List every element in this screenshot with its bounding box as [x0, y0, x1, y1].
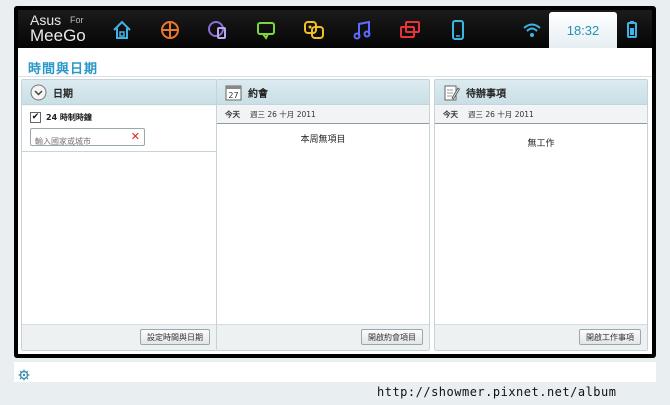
todo-panel-body: 今天 週三 26 十月 2011 無工作 — [435, 106, 647, 324]
todo-panel: 待辦事項 今天 週三 26 十月 2011 無工作 開啟工作事項 — [434, 79, 648, 351]
date-panel-body: ✔ 24 時制時鐘 ✕ — [22, 106, 216, 324]
city-search-field[interactable]: ✕ — [30, 128, 145, 150]
appointments-date-row: 今天 週三 26 十月 2011 — [217, 106, 429, 124]
asus-meego-logo: Asus For MeeGo — [30, 12, 100, 46]
todo-empty-text: 無工作 — [527, 139, 555, 149]
title-divider — [18, 76, 652, 77]
todo-date: 週三 26 十月 2011 — [468, 110, 534, 119]
top-toolbar: Asus For MeeGo 18:32 — [18, 10, 652, 48]
clock[interactable]: 18:32 — [549, 12, 617, 48]
date-panel-footer: 設定時間與日期 — [22, 324, 216, 350]
appointments-panel-body: 今天 週三 26 十月 2011 本周無項目 — [217, 106, 429, 324]
todo-panel-title: 待辦事項 — [466, 88, 506, 100]
device-icon[interactable] — [446, 18, 470, 42]
appointments-panel-footer: 開啟約會項目 — [217, 324, 429, 350]
date-panel-divider — [22, 151, 216, 152]
appointments-panel: 27 約會 今天 週三 26 十月 2011 本周無項目 開啟約會項目 — [216, 79, 430, 351]
notepad-pencil-icon — [443, 84, 460, 101]
battery-icon[interactable] — [620, 18, 644, 42]
date-panel-title: 日期 — [53, 88, 73, 100]
content-panel: 時間與日期 日期 ✔ 24 時制時鐘 ✕ 設定時間與日期 — [18, 48, 652, 354]
watermark-url: http://showmer.pixnet.net/album — [377, 385, 617, 399]
todo-panel-footer: 開啟工作事項 — [435, 324, 647, 350]
chevron-down-icon[interactable] — [30, 84, 47, 101]
page-title: 時間與日期 — [28, 62, 99, 77]
open-appointments-button[interactable]: 開啟約會項目 — [361, 329, 423, 345]
brand-for: For — [70, 15, 84, 25]
apps-grid-icon[interactable] — [158, 18, 182, 42]
appointments-date: 週三 26 十月 2011 — [250, 110, 316, 119]
brand-meego: MeeGo — [30, 26, 86, 45]
windows-icon[interactable] — [398, 18, 422, 42]
set-time-date-button[interactable]: 設定時間與日期 — [140, 329, 210, 345]
city-search-input[interactable] — [31, 133, 127, 150]
people-icon[interactable] — [302, 18, 326, 42]
24h-clock-label: 24 時制時鐘 — [46, 113, 92, 122]
bottom-status-bar — [14, 362, 656, 382]
todo-today-label: 今天 — [443, 110, 458, 119]
calendar-day: 27 — [228, 91, 238, 100]
appointments-panel-header: 27 約會 — [217, 80, 429, 105]
date-panel-header[interactable]: 日期 — [22, 80, 216, 105]
appointments-panel-title: 約會 — [248, 88, 268, 100]
open-todo-button[interactable]: 開啟工作事項 — [579, 329, 641, 345]
24h-clock-option[interactable]: ✔ 24 時制時鐘 — [30, 112, 92, 123]
todo-panel-header: 待辦事項 — [435, 80, 647, 105]
wifi-icon[interactable] — [520, 18, 544, 42]
settings-gear-icon[interactable] — [18, 366, 30, 381]
calendar-icon: 27 — [225, 84, 242, 101]
24h-clock-checkbox[interactable]: ✔ — [30, 112, 41, 123]
todo-date-row: 今天 週三 26 十月 2011 — [435, 106, 647, 124]
home-icon[interactable] — [110, 18, 134, 42]
clear-icon[interactable]: ✕ — [131, 130, 140, 143]
appointments-today-label: 今天 — [225, 110, 240, 119]
media-icon[interactable] — [206, 18, 230, 42]
appointments-empty-text: 本周無項目 — [300, 135, 346, 145]
music-icon[interactable] — [350, 18, 374, 42]
chat-icon[interactable] — [254, 18, 278, 42]
date-panel: 日期 ✔ 24 時制時鐘 ✕ 設定時間與日期 — [21, 79, 217, 351]
